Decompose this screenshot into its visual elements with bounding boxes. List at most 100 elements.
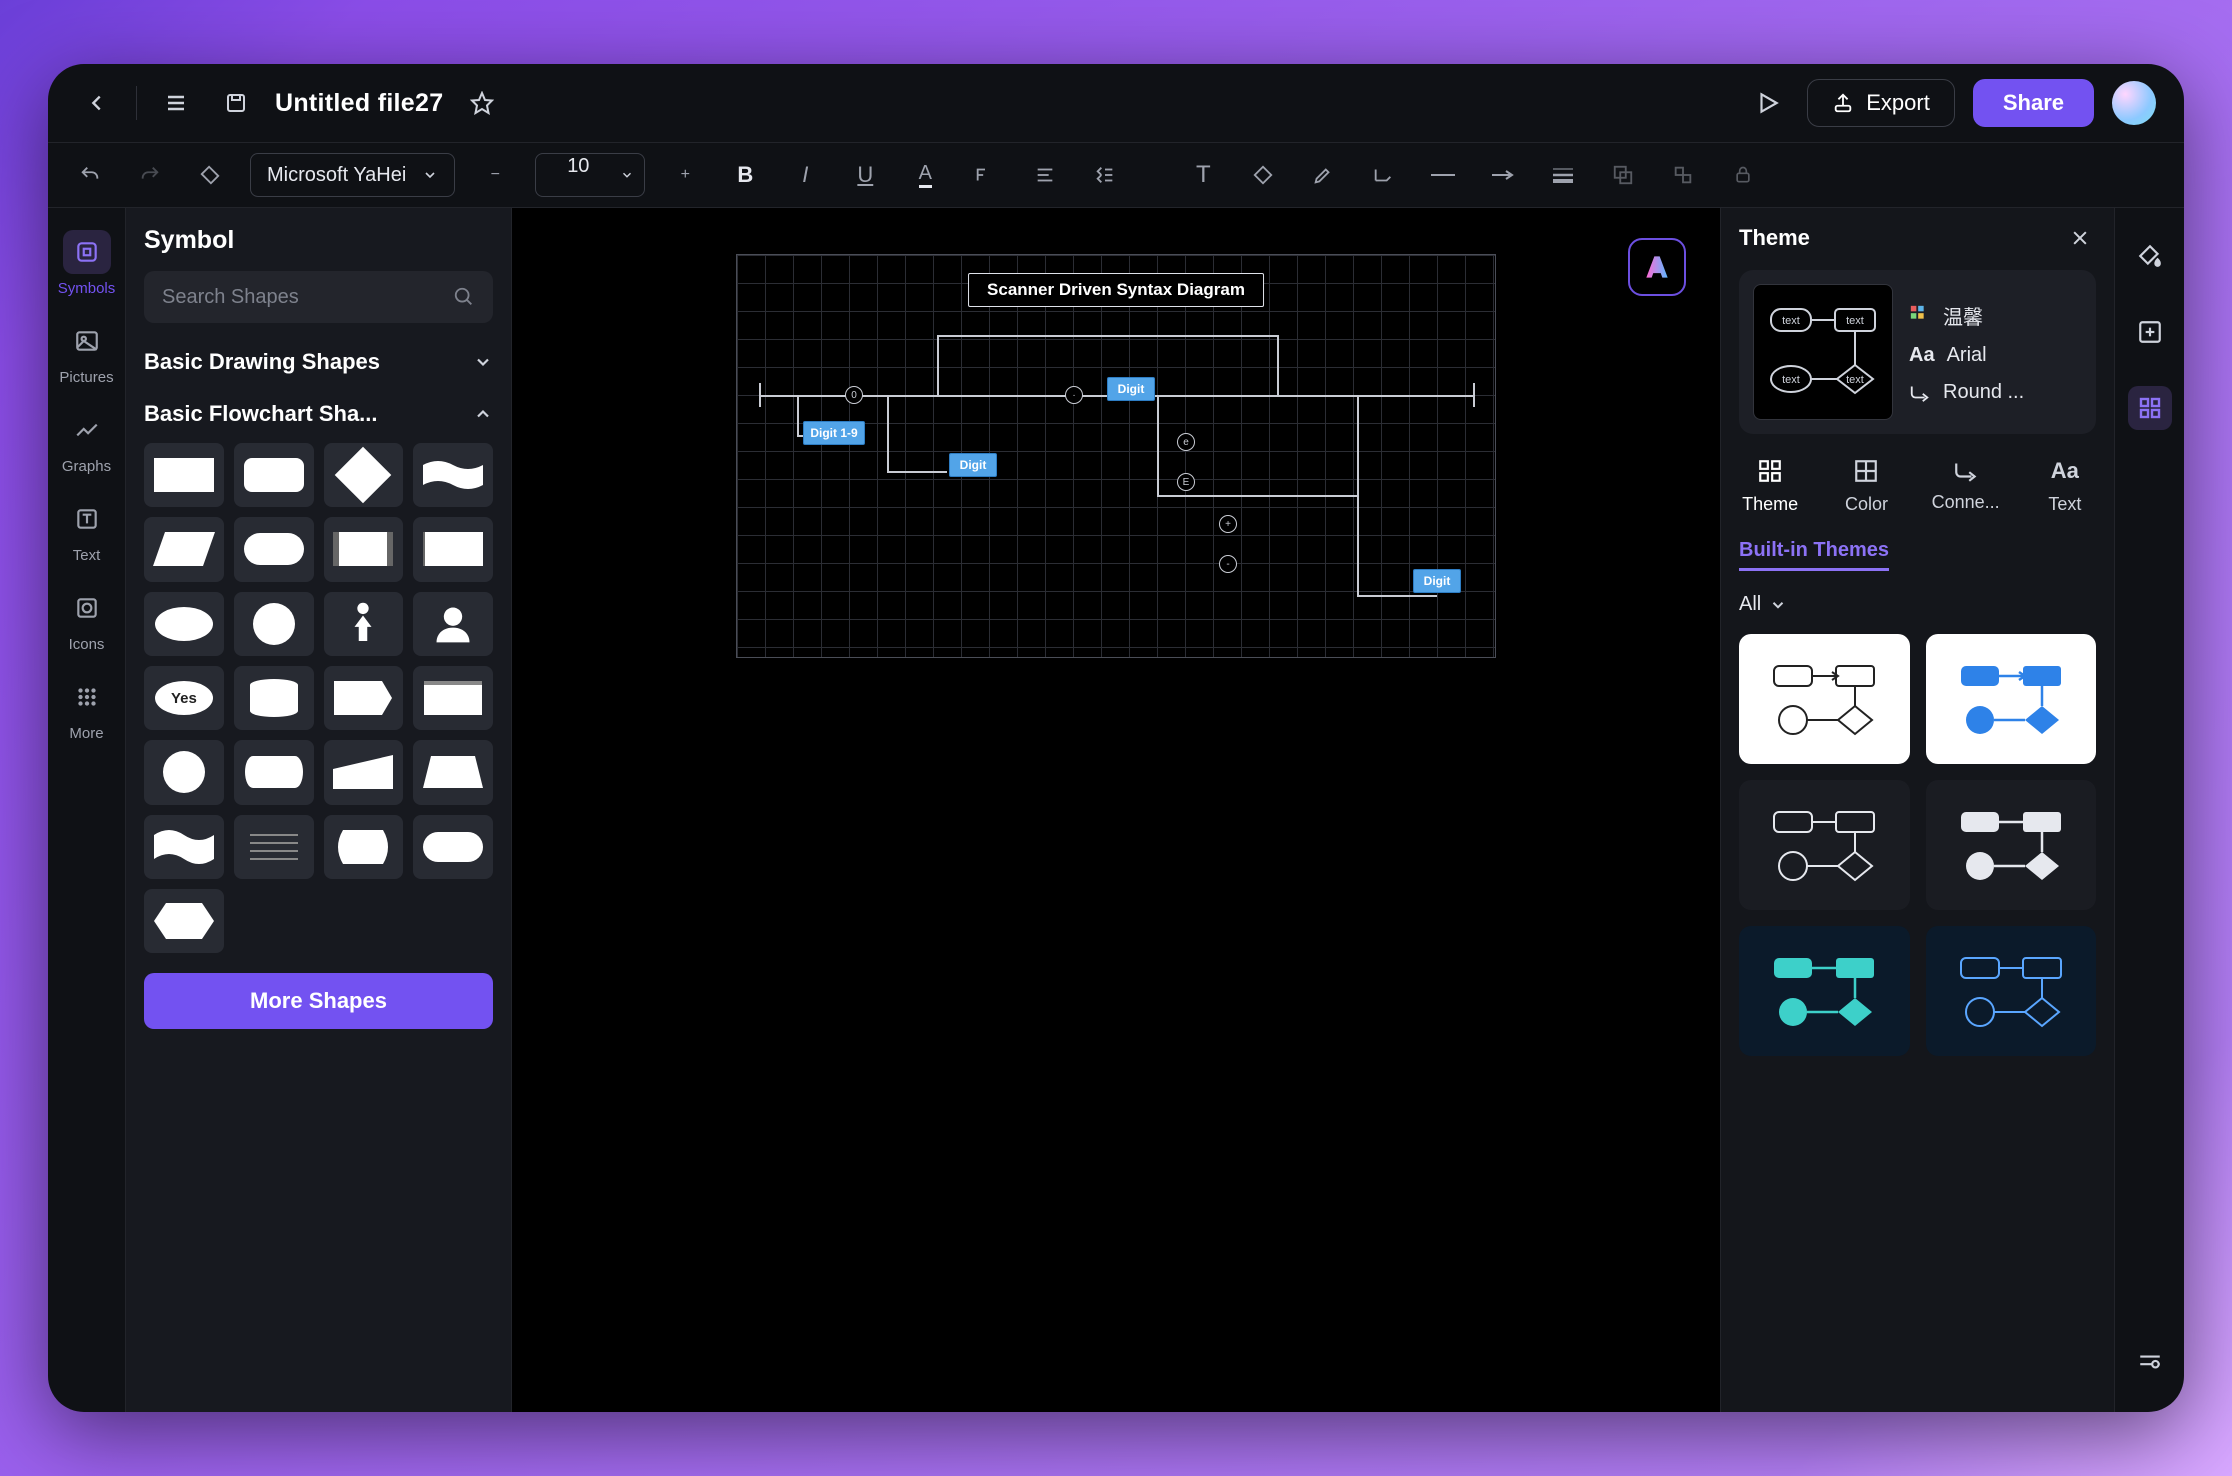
node-digit-c[interactable]: Digit: [1413, 569, 1461, 593]
font-size-increase[interactable]: +: [665, 155, 705, 195]
theme-name-row: 温馨: [1909, 301, 2024, 330]
circle-dot[interactable]: ·: [1065, 386, 1083, 404]
theme-filter[interactable]: All: [1739, 593, 2096, 616]
circle-e[interactable]: e: [1177, 433, 1195, 451]
text-tool-button[interactable]: T: [1183, 155, 1223, 195]
font-size-decrease[interactable]: −: [475, 155, 515, 195]
export-button[interactable]: Export: [1807, 79, 1955, 127]
avatar[interactable]: [2112, 81, 2156, 125]
tab-text[interactable]: AaText: [2034, 458, 2096, 515]
circle-plus[interactable]: +: [1219, 515, 1237, 533]
italic-button[interactable]: I: [785, 155, 825, 195]
theme-card-5[interactable]: [1739, 926, 1910, 1056]
fill-tool[interactable]: [2128, 234, 2172, 278]
shape-circle2[interactable]: [144, 740, 224, 804]
ai-badge[interactable]: [1628, 238, 1686, 296]
shape-display[interactable]: [324, 815, 404, 879]
line-style-button[interactable]: [1423, 155, 1463, 195]
theme-card-4[interactable]: [1926, 780, 2097, 910]
shape-cylinder[interactable]: [234, 666, 314, 730]
align-button[interactable]: [1025, 155, 1065, 195]
rail-pictures[interactable]: Pictures: [56, 311, 118, 394]
bold-button[interactable]: B: [725, 155, 765, 195]
tab-color[interactable]: Color: [1835, 458, 1897, 515]
theme-tool[interactable]: [2128, 386, 2172, 430]
favorite-button[interactable]: [461, 82, 503, 124]
shape-subroutine[interactable]: [324, 517, 404, 581]
shape-note[interactable]: [234, 815, 314, 879]
format-painter-button[interactable]: [190, 155, 230, 195]
shape-user-icon[interactable]: [413, 592, 493, 656]
share-button[interactable]: Share: [1973, 79, 2094, 127]
node-digit-a[interactable]: Digit: [949, 453, 997, 477]
rail-graphs[interactable]: Graphs: [56, 400, 118, 483]
shape-tape[interactable]: [144, 815, 224, 879]
shape-ellipse[interactable]: [144, 592, 224, 656]
circle-0[interactable]: 0: [845, 386, 863, 404]
connector-button[interactable]: [1363, 155, 1403, 195]
line-weight-button[interactable]: [1543, 155, 1583, 195]
underline-button[interactable]: U: [845, 155, 885, 195]
circle-minus2[interactable]: -: [1219, 555, 1237, 573]
lock-button[interactable]: [1723, 155, 1763, 195]
category-basic-flowchart[interactable]: Basic Flowchart Sha...: [144, 401, 493, 427]
diagram[interactable]: Scanner Driven Syntax Diagram: [736, 254, 1496, 658]
theme-card-6[interactable]: [1926, 926, 2097, 1056]
arrow-ends-button[interactable]: [1483, 155, 1523, 195]
shape-wave[interactable]: [413, 443, 493, 507]
rail-more[interactable]: More: [56, 667, 118, 750]
circle-E[interactable]: E: [1177, 473, 1195, 491]
play-button[interactable]: [1747, 82, 1789, 124]
shape-stadium[interactable]: [234, 517, 314, 581]
text-case-button[interactable]: [965, 155, 1005, 195]
canvas[interactable]: Scanner Driven Syntax Diagram: [512, 208, 1720, 1412]
ungroup-button[interactable]: [1663, 155, 1703, 195]
node-digit19[interactable]: Digit 1-9: [803, 421, 865, 445]
group-button[interactable]: [1603, 155, 1643, 195]
font-color-button[interactable]: A: [905, 155, 945, 195]
node-digit-b[interactable]: Digit: [1107, 377, 1155, 401]
file-title[interactable]: Untitled file27: [275, 89, 443, 118]
shape-manual-op[interactable]: [324, 740, 404, 804]
shape-round-rect[interactable]: [234, 443, 314, 507]
theme-card-3[interactable]: [1739, 780, 1910, 910]
insert-tool[interactable]: [2128, 310, 2172, 354]
category-basic-drawing[interactable]: Basic Drawing Shapes: [144, 349, 493, 375]
shape-flag[interactable]: [324, 666, 404, 730]
shape-rectangle[interactable]: [144, 443, 224, 507]
undo-button[interactable]: [70, 155, 110, 195]
search-input[interactable]: Search Shapes: [144, 271, 493, 323]
redo-button[interactable]: [130, 155, 170, 195]
shape-insert-button[interactable]: [1243, 155, 1283, 195]
shape-circle[interactable]: [234, 592, 314, 656]
theme-preview[interactable]: text text text text: [1753, 284, 1893, 420]
shape-yes[interactable]: Yes: [144, 666, 224, 730]
shape-diamond[interactable]: [324, 443, 404, 507]
shape-pill[interactable]: [413, 815, 493, 879]
font-family-select[interactable]: Microsoft YaHei: [250, 153, 455, 197]
theme-card-1[interactable]: [1739, 634, 1910, 764]
shape-cylinder-h[interactable]: [234, 740, 314, 804]
rail-icons[interactable]: Icons: [56, 578, 118, 661]
font-size-select[interactable]: 10: [535, 153, 645, 197]
highlight-button[interactable]: [1303, 155, 1343, 195]
shape-person-icon[interactable]: [324, 592, 404, 656]
theme-card-2[interactable]: [1926, 634, 2097, 764]
shape-data-store[interactable]: [413, 666, 493, 730]
close-panel-button[interactable]: [2064, 222, 2096, 254]
link-builtin[interactable]: Built-in Themes: [1739, 539, 1889, 571]
shape-trapezoid[interactable]: [413, 740, 493, 804]
tab-theme[interactable]: Theme: [1739, 458, 1801, 515]
rail-symbols[interactable]: Symbols: [56, 222, 118, 305]
more-shapes-button[interactable]: More Shapes: [144, 973, 493, 1029]
shape-parallelogram[interactable]: [144, 517, 224, 581]
line-spacing-button[interactable]: [1085, 155, 1125, 195]
tab-connector[interactable]: Conne...: [1932, 458, 2000, 515]
back-button[interactable]: [76, 82, 118, 124]
shape-card[interactable]: [413, 517, 493, 581]
settings-tool[interactable]: [2128, 1340, 2172, 1384]
rail-text[interactable]: Text: [56, 489, 118, 572]
menu-button[interactable]: [155, 82, 197, 124]
save-icon[interactable]: [215, 82, 257, 124]
shape-hexagon[interactable]: [144, 889, 224, 953]
